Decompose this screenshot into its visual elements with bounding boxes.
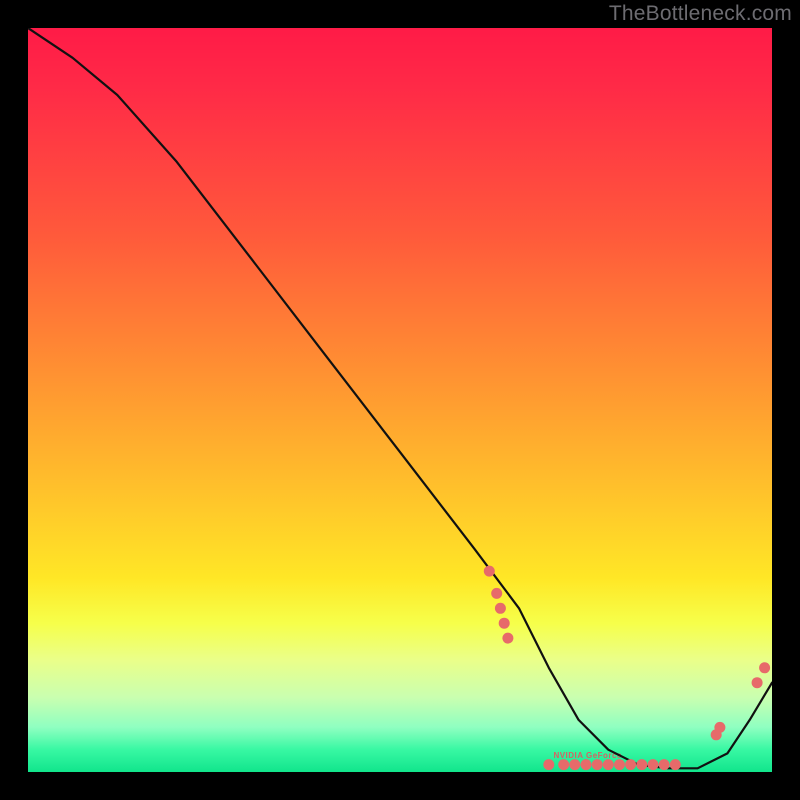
data-point [592, 759, 603, 770]
data-point [752, 677, 763, 688]
chart-frame: TheBottleneck.com NVIDIA GeForce [0, 0, 800, 800]
bottleneck-curve [28, 28, 772, 768]
data-point [714, 722, 725, 733]
data-point [625, 759, 636, 770]
data-point [614, 759, 625, 770]
data-point [636, 759, 647, 770]
data-point [603, 759, 614, 770]
data-point [484, 566, 495, 577]
data-point [499, 618, 510, 629]
data-point [670, 759, 681, 770]
data-point [495, 603, 506, 614]
data-point [759, 662, 770, 673]
data-point [648, 759, 659, 770]
data-point [659, 759, 670, 770]
data-point [491, 588, 502, 599]
bottleneck-curve-svg [28, 28, 772, 772]
data-point [558, 759, 569, 770]
watermark-text: TheBottleneck.com [609, 2, 792, 26]
data-point [543, 759, 554, 770]
data-point [502, 633, 513, 644]
data-point [581, 759, 592, 770]
data-point [569, 759, 580, 770]
plot-area: NVIDIA GeForce [28, 28, 772, 772]
